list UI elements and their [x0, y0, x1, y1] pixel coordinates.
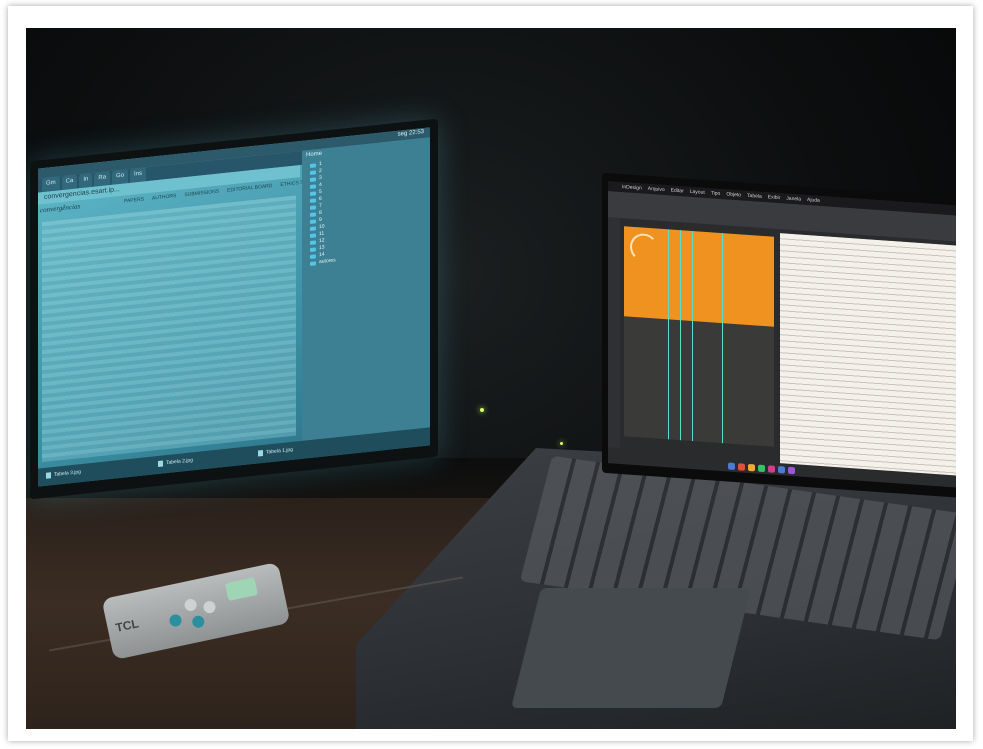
- app-icon[interactable]: [728, 462, 735, 470]
- download-item[interactable]: Tabela 2.jpg: [158, 457, 193, 467]
- folder-icon: [310, 225, 316, 231]
- remote-display: [224, 577, 258, 601]
- image-file-icon: [258, 449, 263, 457]
- image-file-icon: [46, 472, 51, 479]
- image-file-icon: [158, 460, 163, 467]
- folder-icon: [310, 197, 316, 203]
- folder-icon: [310, 232, 316, 238]
- laptop-trackpad: [511, 588, 751, 708]
- folder-icon: [310, 239, 316, 245]
- folder-icon: [310, 218, 316, 224]
- guide-line: [722, 233, 723, 444]
- download-label: Tabela 1.jpg: [266, 446, 293, 456]
- artboard[interactable]: [624, 226, 774, 447]
- laptop-display: InDesign Arquivo Editar Layout Tipo Obje…: [608, 181, 956, 490]
- tools-panel[interactable]: [608, 217, 620, 448]
- remote-button: [168, 613, 183, 628]
- folder-icon: [310, 162, 316, 168]
- app-icon[interactable]: [768, 464, 775, 473]
- nav-link-editorial-board[interactable]: EDITORIAL BOARD: [227, 183, 272, 194]
- nav-link-authors[interactable]: AUTHORS: [152, 193, 176, 202]
- download-label: Tabela 2.jpg: [166, 457, 193, 467]
- monitor-screen: seg 22:53 Gm Ca In Ra Go Ins convergenci…: [38, 127, 430, 487]
- text-document: [780, 233, 956, 478]
- folder-icon: [310, 176, 316, 182]
- browser-tab[interactable]: In: [79, 172, 93, 189]
- folder-icon: [310, 183, 316, 189]
- folder-icon: [310, 211, 316, 217]
- guide-line: [668, 229, 669, 440]
- app-icon[interactable]: [758, 464, 765, 472]
- app-icon[interactable]: [748, 463, 755, 471]
- guide-line: [692, 231, 693, 442]
- folder-icon: [310, 190, 316, 196]
- article-body: [42, 195, 296, 463]
- orange-cover: [624, 226, 774, 327]
- app-icon[interactable]: [738, 462, 745, 471]
- remote-brand-logo: TCL: [114, 616, 141, 635]
- finder-sidebar: Home 1 2 3 4 5 6 7 8 9 10 11 12 13 14 au…: [302, 137, 430, 441]
- remote-button: [191, 614, 206, 629]
- photo-frame: seg 22:53 Gm Ca In Ra Go Ins convergenci…: [8, 6, 973, 741]
- power-led: [560, 442, 563, 445]
- folder-list: 1 2 3 4 5 6 7 8 9 10 11 12 13 14 autores: [310, 159, 336, 267]
- nav-link-papers[interactable]: PAPERS: [124, 196, 144, 204]
- photo: seg 22:53 Gm Ca In Ra Go Ins convergenci…: [26, 28, 956, 729]
- download-item[interactable]: Tabela 1.jpg: [258, 447, 293, 457]
- remote-button: [202, 599, 217, 615]
- folder-icon: [310, 169, 316, 175]
- folder-item[interactable]: autores: [310, 257, 336, 267]
- menu-item[interactable]: Tipo: [711, 188, 721, 199]
- menubar-clock: seg 22:53: [397, 129, 424, 138]
- app-icon[interactable]: [788, 466, 795, 474]
- download-label: Tabela 3.jpg: [54, 469, 81, 478]
- app-icon[interactable]: [778, 465, 785, 474]
- folder-icon: [310, 260, 316, 266]
- guide-line: [680, 230, 681, 441]
- download-item[interactable]: Tabela 3.jpg: [46, 469, 81, 479]
- folder-icon: [310, 253, 316, 259]
- finder-title: Home: [306, 150, 323, 159]
- arc-graphic: [630, 232, 658, 263]
- folder-icon: [310, 246, 316, 252]
- laptop-screen: InDesign Arquivo Editar Layout Tipo Obje…: [602, 172, 956, 500]
- folder-label: autores: [319, 257, 336, 266]
- power-led: [480, 408, 484, 412]
- external-monitor: seg 22:53 Gm Ca In Ra Go Ins convergenci…: [30, 118, 438, 500]
- nav-link-submissions[interactable]: SUBMISSIONS: [184, 189, 219, 199]
- remote-button: [183, 597, 198, 613]
- folder-icon: [310, 204, 316, 210]
